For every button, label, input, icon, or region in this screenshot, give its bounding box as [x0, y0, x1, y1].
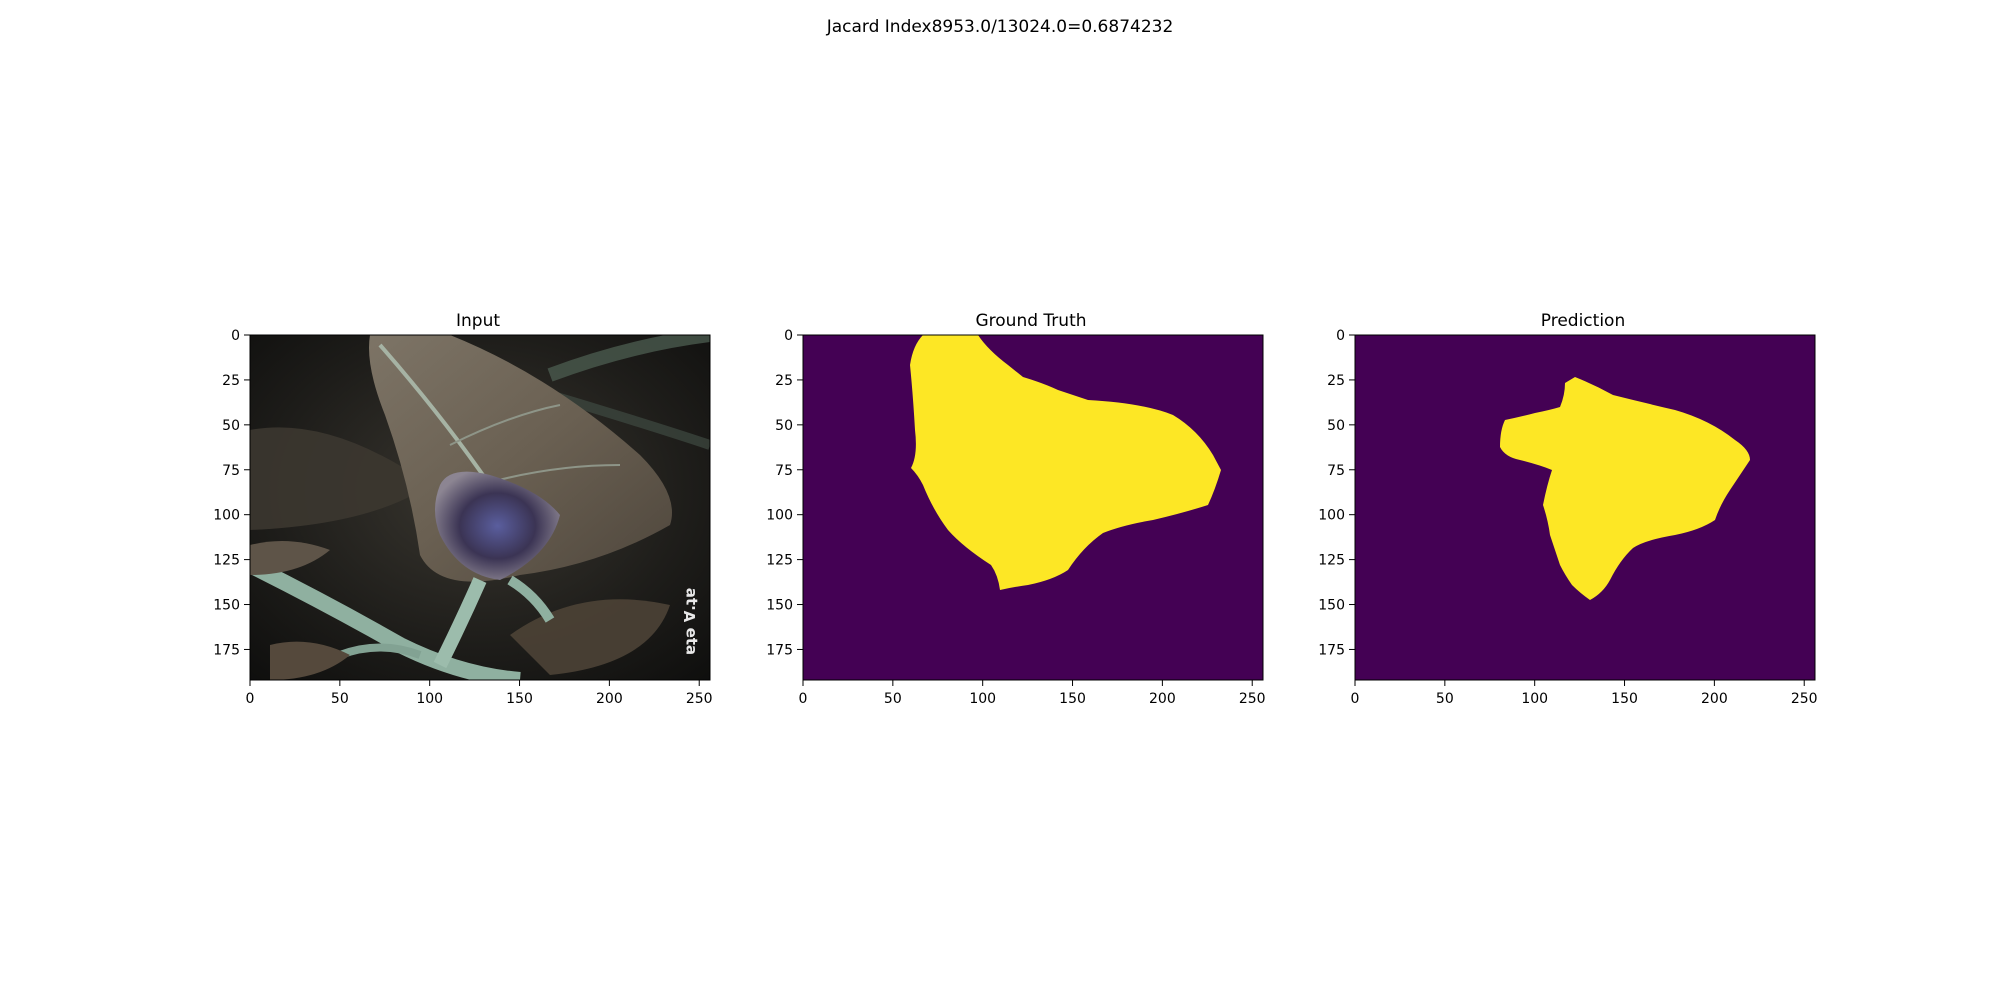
x-tick-label: 150	[506, 691, 533, 707]
y-tick-label: 150	[213, 598, 240, 614]
x-tick-label: 0	[246, 691, 255, 707]
y-tick-label: 50	[1327, 418, 1345, 434]
x-tick-label: 50	[1436, 691, 1454, 707]
x-tick-label: 150	[1059, 691, 1086, 707]
y-tick-label: 0	[1336, 328, 1345, 344]
x-axis: 0 50 100 150 200 250	[246, 680, 713, 707]
panel-input: ɐʇǝ ∀.ʇɐ 0 50 100 150 200 250 0 25 50 75 100 125 15…	[213, 328, 713, 707]
y-tick-label: 100	[1318, 508, 1345, 524]
x-tick-label: 0	[799, 691, 808, 707]
y-tick-label: 125	[1318, 553, 1345, 569]
y-axis: 0 25 50 75 100 125 150 175	[766, 328, 803, 658]
x-tick-label: 250	[686, 691, 713, 707]
y-tick-label: 75	[1327, 463, 1345, 479]
x-tick-label: 100	[416, 691, 443, 707]
watermark-text: ɐʇǝ ∀.ʇɐ	[681, 588, 699, 655]
y-tick-label: 175	[766, 642, 793, 658]
x-tick-label: 50	[331, 691, 349, 707]
x-tick-label: 200	[596, 691, 623, 707]
x-axis: 0 50 100 150 200 250	[799, 680, 1266, 707]
x-tick-label: 0	[1351, 691, 1360, 707]
y-tick-label: 175	[213, 642, 240, 658]
y-tick-label: 0	[231, 328, 240, 344]
y-tick-label: 25	[775, 373, 793, 389]
y-tick-label: 0	[784, 328, 793, 344]
x-tick-label: 100	[1521, 691, 1548, 707]
y-tick-label: 125	[213, 553, 240, 569]
y-tick-label: 125	[766, 553, 793, 569]
svg-text:ɐʇǝ ∀.ʇɐ: ɐʇǝ ∀.ʇɐ	[681, 588, 699, 655]
x-tick-label: 100	[969, 691, 996, 707]
y-tick-label: 25	[222, 373, 240, 389]
y-tick-label: 50	[775, 418, 793, 434]
y-tick-label: 100	[766, 508, 793, 524]
figure-title: Jacard Index8953.0/13024.0=0.6874232	[826, 17, 1174, 37]
x-tick-label: 150	[1611, 691, 1638, 707]
panel-ground-truth: 0 50 100 150 200 250 0 25 50 75 100 125 150 175	[766, 328, 1266, 707]
x-tick-label: 200	[1701, 691, 1728, 707]
x-tick-label: 50	[884, 691, 902, 707]
y-tick-label: 150	[1318, 598, 1345, 614]
y-tick-label: 100	[213, 508, 240, 524]
y-tick-label: 75	[775, 463, 793, 479]
x-tick-label: 250	[1791, 691, 1818, 707]
x-tick-label: 200	[1149, 691, 1176, 707]
x-tick-label: 250	[1239, 691, 1266, 707]
y-axis: 0 25 50 75 100 125 150 175	[213, 328, 250, 658]
y-tick-label: 25	[1327, 373, 1345, 389]
x-axis: 0 50 100 150 200 250	[1351, 680, 1818, 707]
panel-prediction: 0 50 100 150 200 250 0 25 50 75 100 125 150 175	[1318, 328, 1818, 707]
y-tick-label: 75	[222, 463, 240, 479]
y-tick-label: 175	[1318, 642, 1345, 658]
y-tick-label: 150	[766, 598, 793, 614]
y-axis: 0 25 50 75 100 125 150 175	[1318, 328, 1355, 658]
y-tick-label: 50	[222, 418, 240, 434]
